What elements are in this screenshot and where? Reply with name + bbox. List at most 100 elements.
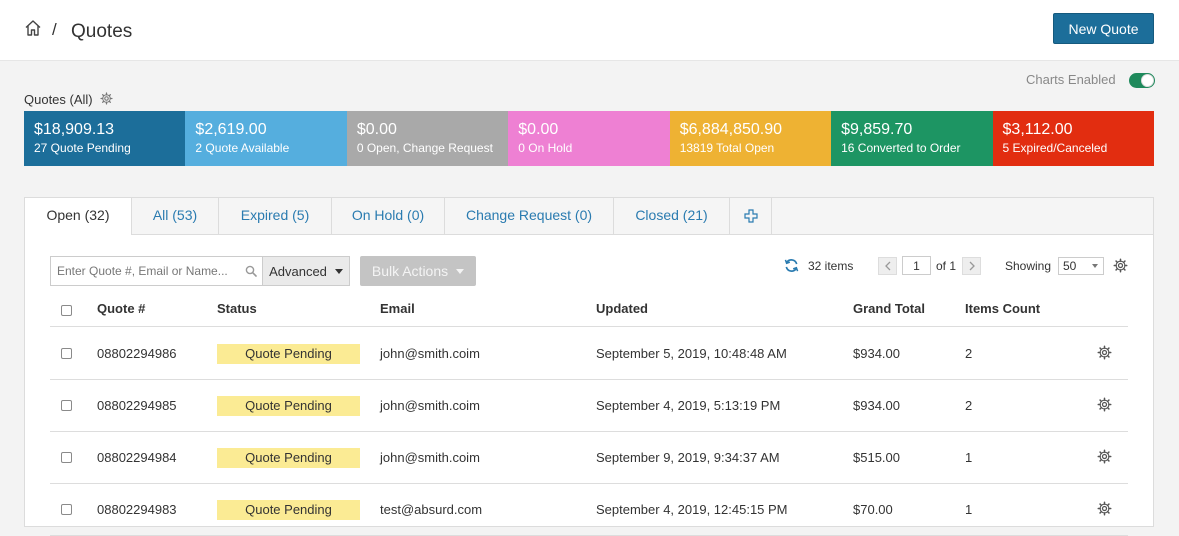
tile-change-request[interactable]: $0.00 0 Open, Change Request <box>346 111 509 166</box>
tab-open[interactable]: Open (32) <box>25 198 132 235</box>
tab-on-hold[interactable]: On Hold (0) <box>332 198 445 234</box>
email: john@smith.coim <box>380 346 480 361</box>
section-title: Quotes (All) <box>24 92 93 107</box>
tile-expired[interactable]: $3,112.00 5 Expired/Canceled <box>992 111 1154 166</box>
column-header-status[interactable]: Status <box>217 301 257 316</box>
select-all-checkbox[interactable] <box>61 305 72 316</box>
tile-quote-pending[interactable]: $18,909.13 27 Quote Pending <box>24 111 186 166</box>
caret-down-icon <box>334 268 343 274</box>
tile-total-open[interactable]: $6,884,850.90 13819 Total Open <box>669 111 832 166</box>
table-row[interactable]: 08802294984 Quote Pending john@smith.coi… <box>50 432 1128 484</box>
quote-number[interactable]: 08802294983 <box>97 502 177 517</box>
email: john@smith.coim <box>380 450 480 465</box>
top-bar: / Quotes New Quote <box>0 0 1179 61</box>
tile-amount: $18,909.13 <box>34 121 115 138</box>
updated-date: September 4, 2019, 5:13:19 PM <box>596 398 781 413</box>
gear-icon[interactable] <box>1097 449 1112 464</box>
tile-label: 5 Expired/Canceled <box>1002 141 1108 155</box>
table-row[interactable]: 08802294985 Quote Pending john@smith.coi… <box>50 380 1128 432</box>
search-icon[interactable] <box>245 265 257 277</box>
chevron-left-icon <box>884 261 890 271</box>
plus-icon <box>743 209 758 223</box>
home-icon[interactable] <box>24 19 42 37</box>
chevron-right-icon <box>969 261 975 271</box>
tab-expired[interactable]: Expired (5) <box>219 198 332 234</box>
showing-label: Showing <box>1005 259 1052 273</box>
caret-down-icon <box>456 268 465 274</box>
tile-amount: $0.00 <box>518 121 559 138</box>
column-header-items-count[interactable]: Items Count <box>965 301 1040 316</box>
updated-date: September 4, 2019, 12:45:15 PM <box>596 502 788 517</box>
grand-total: $515.00 <box>853 450 900 465</box>
column-header-quote[interactable]: Quote # <box>97 301 145 316</box>
new-quote-button[interactable]: New Quote <box>1053 13 1154 44</box>
items-count-value: 2 <box>965 346 973 361</box>
items-count-value: 2 <box>965 398 973 413</box>
tab-change-request[interactable]: Change Request (0) <box>445 198 614 234</box>
table-row[interactable]: 08802294986 Quote Pending john@smith.coi… <box>50 328 1128 380</box>
status-badge: Quote Pending <box>217 448 360 468</box>
tab-closed[interactable]: Closed (21) <box>614 198 730 234</box>
grand-total: $934.00 <box>853 346 900 361</box>
page-size-select[interactable]: 50 <box>1058 257 1104 275</box>
advanced-label: Advanced <box>269 263 327 279</box>
column-header-grand-total[interactable]: Grand Total <box>853 301 925 316</box>
row-checkbox[interactable] <box>61 504 72 515</box>
updated-date: September 5, 2019, 10:48:48 AM <box>596 346 787 361</box>
status-badge: Quote Pending <box>217 344 360 364</box>
updated-date: September 9, 2019, 9:34:37 AM <box>596 450 780 465</box>
tab-bar: Open (32) All (53) Expired (5) On Hold (… <box>25 198 1153 235</box>
tile-amount: $0.00 <box>356 121 397 138</box>
email: john@smith.coim <box>380 398 480 413</box>
quote-number[interactable]: 08802294985 <box>97 398 177 413</box>
tile-quote-available[interactable]: $2,619.00 2 Quote Available <box>185 111 347 166</box>
refresh-icon[interactable] <box>784 258 799 273</box>
page-input[interactable] <box>902 256 931 275</box>
add-tab-button[interactable] <box>730 198 772 234</box>
charts-toggle[interactable] <box>1129 73 1155 88</box>
table-header: Quote # Status Email Updated Grand Total… <box>50 294 1128 327</box>
tile-amount: $2,619.00 <box>195 121 267 138</box>
tile-label: 13819 Total Open <box>679 141 775 155</box>
bulk-actions-label: Bulk Actions <box>371 263 449 279</box>
tile-on-hold[interactable]: $0.00 0 On Hold <box>508 111 670 166</box>
tile-amount: $6,884,850.90 <box>679 121 783 138</box>
tile-label: 27 Quote Pending <box>34 141 131 155</box>
quote-number[interactable]: 08802294984 <box>97 450 177 465</box>
quotes-panel: Open (32) All (53) Expired (5) On Hold (… <box>24 197 1154 536</box>
search-input[interactable] <box>51 257 241 285</box>
tile-amount: $9,859.70 <box>841 121 913 138</box>
caret-down-icon <box>1092 264 1098 268</box>
table-row[interactable]: 08802294983 Quote Pending test@absurd.co… <box>50 484 1128 536</box>
search-box <box>50 256 263 286</box>
tile-label: 0 Open, Change Request <box>356 141 493 155</box>
tile-label: 0 On Hold <box>518 141 573 155</box>
breadcrumb-separator: / <box>52 20 57 39</box>
quote-number[interactable]: 08802294986 <box>97 346 177 361</box>
status-badge: Quote Pending <box>217 396 360 416</box>
tile-label: 2 Quote Available <box>195 141 290 155</box>
column-header-updated[interactable]: Updated <box>596 301 648 316</box>
page-size-value: 50 <box>1063 259 1077 273</box>
row-checkbox[interactable] <box>61 400 72 411</box>
tile-label: 16 Converted to Order <box>841 141 961 155</box>
items-count-value: 1 <box>965 450 973 465</box>
advanced-search-button[interactable]: Advanced <box>263 256 350 286</box>
status-badge: Quote Pending <box>217 500 360 520</box>
tab-all[interactable]: All (53) <box>132 198 219 234</box>
gear-icon[interactable] <box>1097 345 1112 360</box>
bulk-actions-button[interactable]: Bulk Actions <box>360 256 476 286</box>
column-header-email[interactable]: Email <box>380 301 415 316</box>
gear-icon[interactable] <box>1097 397 1112 412</box>
row-checkbox[interactable] <box>61 452 72 463</box>
tile-converted[interactable]: $9,859.70 16 Converted to Order <box>831 111 993 166</box>
gear-icon[interactable] <box>100 92 113 105</box>
gear-icon[interactable] <box>1113 258 1128 273</box>
email: test@absurd.com <box>380 502 483 517</box>
row-checkbox[interactable] <box>61 348 72 359</box>
prev-page-button[interactable] <box>878 257 897 275</box>
page-title: Quotes <box>71 21 133 42</box>
items-count: 32 items <box>808 259 854 273</box>
grand-total: $934.00 <box>853 398 900 413</box>
next-page-button[interactable] <box>962 257 981 275</box>
